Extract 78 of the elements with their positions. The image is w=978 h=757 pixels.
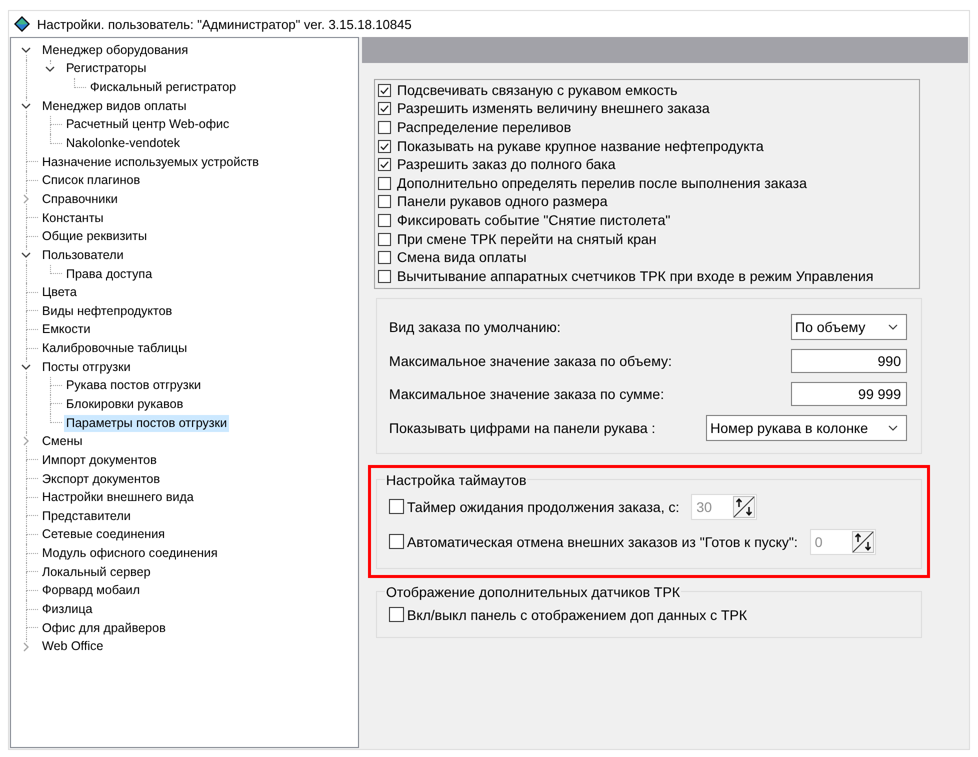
tree-item[interactable]: Регистраторы bbox=[64, 60, 148, 78]
tree-item[interactable]: Виды нефтепродуктов bbox=[40, 302, 174, 320]
checkbox[interactable] bbox=[378, 102, 391, 116]
tree-item[interactable]: Калибровочные таблицы bbox=[40, 340, 190, 358]
tree-item[interactable]: Справочники bbox=[40, 190, 120, 208]
window-title: Настройки. пользователь: "Администратор" ver. 3.15.18.10845 bbox=[37, 16, 412, 32]
field-label: Вид заказа по умолчанию: bbox=[389, 318, 561, 335]
tree-item[interactable]: Импорт документов bbox=[40, 452, 159, 469]
option-label: Панели рукавов одного размера bbox=[397, 193, 608, 210]
tree-item[interactable]: Представители bbox=[40, 508, 133, 525]
checkbox[interactable] bbox=[378, 120, 391, 134]
tree-item[interactable]: Настройки внешнего вида bbox=[40, 489, 196, 506]
option-label: Разрешить заказ до полного бака bbox=[397, 156, 616, 174]
tree-item[interactable]: Список плагинов bbox=[40, 172, 142, 190]
tree-item[interactable]: Назначение используемых устройств bbox=[40, 154, 261, 171]
checkbox[interactable] bbox=[378, 158, 391, 172]
number-field[interactable]: 99 999 bbox=[791, 382, 907, 406]
dropdown[interactable]: По объему bbox=[791, 314, 907, 340]
option-label: Дополнительно определять перелив после выполнения заказа bbox=[397, 174, 807, 192]
chevron-down-icon[interactable] bbox=[21, 362, 31, 372]
number-field[interactable]: 990 bbox=[791, 348, 907, 373]
option-label: Автоматическая отмена внешних заказов из "Готов к пуску": bbox=[407, 534, 798, 550]
option-label: Разрешить изменять величину внешнего заказа bbox=[397, 100, 710, 118]
field-label: Показывать цифрами на панели рукава : bbox=[389, 420, 656, 436]
tree-item[interactable]: Сетевые соединения bbox=[40, 526, 167, 544]
option-label: Смена вида оплаты bbox=[397, 249, 527, 266]
option-label: Фиксировать событие "Снятие пистолета" bbox=[397, 212, 670, 229]
tree-item[interactable]: Константы bbox=[40, 210, 106, 227]
checkbox[interactable] bbox=[378, 195, 391, 208]
tree-item[interactable]: Блокировки рукавов bbox=[64, 396, 186, 413]
tree-item[interactable]: Параметры постов отгрузки bbox=[64, 414, 229, 432]
tree-item[interactable]: Общие реквизиты bbox=[40, 228, 149, 246]
tree-item[interactable]: Расчетный центр Web-офис bbox=[64, 116, 232, 134]
tree-item[interactable]: Рукава постов отгрузки bbox=[64, 377, 204, 394]
tree-item[interactable]: Физлица bbox=[40, 601, 94, 618]
option-label: При смене ТРК перейти на снятый кран bbox=[397, 230, 657, 248]
tree-item[interactable]: Форвард мобаил bbox=[40, 582, 142, 600]
chevron-down-icon[interactable] bbox=[21, 250, 31, 260]
chevron-down-icon bbox=[888, 424, 898, 431]
chevron-down-icon[interactable] bbox=[21, 100, 31, 111]
tree-item[interactable]: Фискальный регистратор bbox=[88, 79, 238, 96]
option-label: Распределение переливов bbox=[397, 118, 572, 136]
option-label: Вычитывание аппаратных счетчиков ТРК при входе в режим Управления bbox=[397, 268, 874, 285]
dropdown[interactable]: Номер рукава в колонке bbox=[706, 414, 907, 441]
tree-item[interactable]: Права доступа bbox=[64, 266, 154, 282]
tree-item[interactable]: Экспорт документов bbox=[40, 470, 162, 488]
tree-item[interactable]: Web Office bbox=[40, 638, 106, 656]
checkbox[interactable] bbox=[389, 607, 404, 622]
chevron-down-icon bbox=[888, 324, 898, 330]
tree-item[interactable]: Посты отгрузки bbox=[40, 358, 133, 376]
group-title: Настройка таймаутов bbox=[385, 472, 528, 488]
option-label: Показывать на рукаве крупное название нефтепродукта bbox=[397, 138, 764, 155]
tree-item[interactable]: Емкости bbox=[40, 321, 92, 338]
field-label: Максимальное значение заказа по сумме: bbox=[389, 386, 664, 402]
field-label: Максимальное значение заказа по объему: bbox=[389, 352, 672, 369]
checkbox[interactable] bbox=[378, 84, 391, 97]
app-logo-icon bbox=[14, 16, 30, 32]
checkbox[interactable] bbox=[378, 140, 391, 153]
checkbox[interactable] bbox=[378, 214, 391, 227]
tree-item[interactable]: Цвета bbox=[40, 284, 79, 302]
checkbox[interactable] bbox=[378, 176, 391, 190]
tree-item[interactable]: Пользователи bbox=[40, 246, 126, 264]
tree-item[interactable]: Менеджер видов оплаты bbox=[40, 98, 189, 115]
tree-item[interactable]: Модуль офисного соединения bbox=[40, 545, 220, 562]
checkbox[interactable] bbox=[378, 251, 391, 264]
group-title: Отображение дополнительных датчиков ТРК bbox=[385, 584, 681, 600]
option-label: Вкл/выкл панель с отображением доп данных с ТРК bbox=[407, 606, 748, 623]
chevron-down-icon[interactable] bbox=[21, 45, 31, 55]
checkbox[interactable] bbox=[378, 270, 391, 283]
tree-item[interactable]: Nakolonke-vendotek bbox=[64, 135, 182, 152]
checkbox[interactable] bbox=[378, 232, 391, 246]
tree-item[interactable]: Менеджер оборудования bbox=[40, 42, 190, 59]
chevron-down-icon[interactable] bbox=[45, 64, 55, 74]
tree-item[interactable]: Локальный сервер bbox=[40, 564, 153, 581]
option-label: Подсвечивать связаную с рукавом емкость bbox=[397, 82, 678, 99]
tree-item[interactable]: Офис для драйверов bbox=[40, 620, 168, 637]
option-label: Таймер ожидания продолжения заказа, с: bbox=[407, 498, 680, 515]
tree-item[interactable]: Смены bbox=[40, 433, 84, 450]
